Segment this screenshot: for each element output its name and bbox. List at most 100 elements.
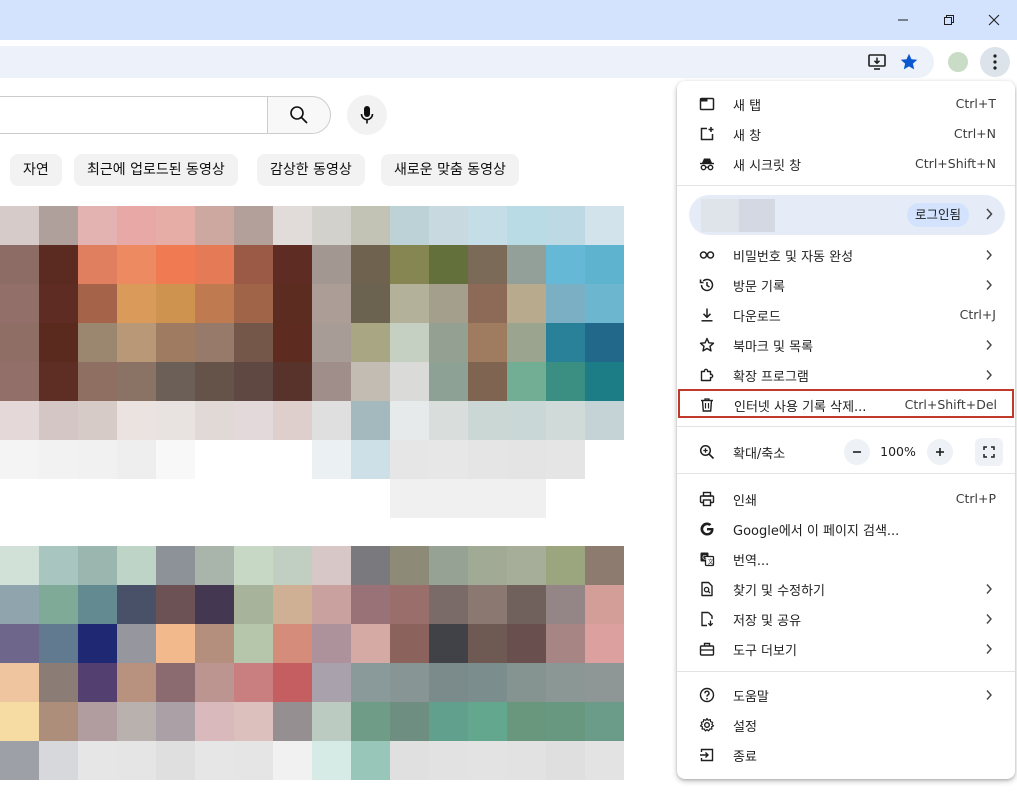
filter-chip[interactable]: 새로운 맞춤 동영상 [381, 154, 519, 186]
fullscreen-button[interactable] [975, 438, 1003, 466]
close-window-button[interactable] [971, 0, 1017, 40]
thumbnail-tile [0, 362, 39, 401]
menu-item-label: 도구 더보기 [733, 644, 797, 659]
thumbnail-tile [156, 546, 195, 585]
toolbox-icon [699, 641, 715, 657]
thumbnail-tile [312, 245, 351, 284]
chevron-right-icon [985, 367, 995, 383]
menu-item-label: 북마크 및 목록 [733, 340, 814, 355]
menu-item-incognito[interactable]: 새 시크릿 창 Ctrl+Shift+N [677, 149, 1015, 179]
menu-item-translate[interactable]: G文 번역... [677, 544, 1015, 574]
menu-item-find-edit[interactable]: 찾기 및 수정하기 [677, 574, 1015, 604]
thumbnail-tile [429, 323, 468, 362]
svg-text:G: G [702, 555, 707, 562]
thumbnail-tile [507, 624, 546, 663]
thumbnail-tile [117, 741, 156, 780]
thumbnail-tile [585, 401, 624, 440]
thumbnail-tile [195, 245, 234, 284]
search-button[interactable] [267, 96, 331, 134]
thumbnail-tile [234, 323, 273, 362]
download-icon [699, 307, 715, 323]
filter-chip[interactable]: 자연 [10, 154, 62, 186]
more-menu-button[interactable] [980, 47, 1010, 77]
bookmark-star-button[interactable] [897, 50, 921, 74]
profile-section[interactable]: 로그인됨 [689, 195, 1005, 235]
menu-item-new-window[interactable]: 새 창 Ctrl+N [677, 119, 1015, 149]
thumbnail-tile [312, 323, 351, 362]
menu-item-history[interactable]: 방문 기록 [677, 270, 1015, 300]
menu-item-help[interactable]: 도움말 [677, 680, 1015, 710]
selection-highlight-box [678, 389, 1014, 418]
menu-item-new-tab[interactable]: 새 탭 Ctrl+T [677, 89, 1015, 119]
thumbnail-tile [195, 585, 234, 624]
thumbnail-tile [78, 546, 117, 585]
menu-item-exit[interactable]: 종료 [677, 740, 1015, 770]
zoom-in-button[interactable] [927, 439, 953, 465]
filter-chip[interactable]: 최근에 업로드된 동영상 [74, 154, 238, 186]
chevron-right-icon [985, 337, 995, 353]
thumbnail-tile [78, 624, 117, 663]
history-icon [699, 277, 715, 293]
thumbnail-tile [78, 401, 117, 440]
new-tab-icon [699, 96, 715, 112]
filter-chip[interactable]: 감상한 동영상 [257, 154, 365, 186]
thumbnail-tile [351, 323, 390, 362]
install-app-button[interactable] [865, 50, 889, 74]
install-app-icon [868, 54, 886, 70]
menu-item-label: 확대/축소 [733, 447, 786, 462]
thumbnail-tile [390, 479, 429, 518]
thumbnail-tile [273, 741, 312, 780]
thumbnail-tile [507, 362, 546, 401]
thumbnail-tile [39, 284, 78, 323]
thumbnail-tile [156, 440, 195, 479]
thumbnail-tile [546, 624, 585, 663]
thumbnail-tile [39, 245, 78, 284]
zoom-icon [699, 444, 715, 460]
thumbnail-tile [78, 284, 117, 323]
browser-toolbar [0, 40, 1017, 84]
thumbnail-tile [351, 206, 390, 245]
search-input[interactable] [0, 96, 268, 134]
menu-item-extensions[interactable]: 확장 프로그램 [677, 360, 1015, 390]
thumbnail-tile [429, 401, 468, 440]
menu-item-more-tools[interactable]: 도구 더보기 [677, 634, 1015, 664]
menu-item-label: 비밀번호 및 자동 완성 [733, 250, 854, 265]
voice-search-button[interactable] [347, 95, 387, 135]
blurred-video-thumbnails [0, 206, 680, 792]
menu-item-label: 확장 프로그램 [733, 370, 809, 385]
thumbnail-tile [39, 323, 78, 362]
thumbnail-tile [117, 702, 156, 741]
thumbnail-tile [429, 362, 468, 401]
thumbnail-tile [351, 284, 390, 323]
thumbnail-tile [234, 702, 273, 741]
thumbnail-tile [429, 206, 468, 245]
menu-item-bookmarks[interactable]: 북마크 및 목록 [677, 330, 1015, 360]
minimize-button[interactable] [880, 0, 926, 40]
thumbnail-tile [78, 323, 117, 362]
thumbnail-tile [0, 624, 39, 663]
menu-item-settings[interactable]: 설정 [677, 710, 1015, 740]
chrome-main-menu: 새 탭 Ctrl+T 새 창 Ctrl+N 새 시크릿 창 Ctrl+Shift… [677, 81, 1015, 779]
menu-item-print[interactable]: 인쇄 Ctrl+P [677, 484, 1015, 514]
zoom-out-button[interactable] [844, 439, 870, 465]
profile-avatar[interactable] [948, 52, 968, 72]
address-bar[interactable] [0, 46, 934, 78]
menu-item-label: 새 창 [733, 129, 762, 144]
thumbnail-tile [585, 585, 624, 624]
microphone-icon [360, 106, 374, 124]
thumbnail-tile [78, 663, 117, 702]
menu-item-downloads[interactable]: 다운로드 Ctrl+J [677, 300, 1015, 330]
menu-item-google-search[interactable]: Google에서 이 페이지 검색... [677, 514, 1015, 544]
menu-item-shortcut: Ctrl+N [953, 126, 996, 141]
menu-item-label: Google에서 이 페이지 검색... [733, 524, 900, 539]
restore-button[interactable] [926, 0, 972, 40]
restore-icon [944, 15, 954, 25]
menu-item-passwords[interactable]: 비밀번호 및 자동 완성 [677, 240, 1015, 270]
thumbnail-tile [312, 624, 351, 663]
thumbnail-tile [312, 440, 351, 479]
thumbnail-tile [0, 702, 39, 741]
menu-item-save-share[interactable]: 저장 및 공유 [677, 604, 1015, 634]
thumbnail-tile [546, 401, 585, 440]
thumbnail-tile [468, 206, 507, 245]
thumbnail-tile [117, 362, 156, 401]
